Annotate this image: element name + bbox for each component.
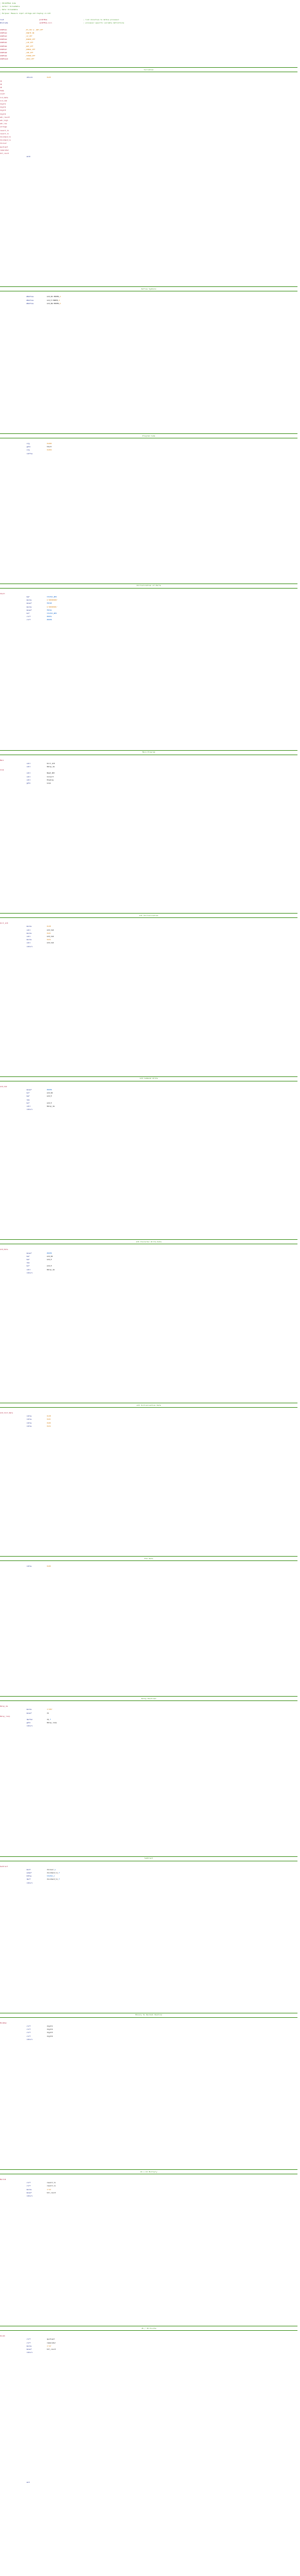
section-header: LCD Initialization Data [0,1401,300,1409]
code-operand: Loop [47,782,51,784]
equate-token: _BOREN_OFF [25,39,35,41]
section-header: Subtract [0,1855,300,1863]
section-title: Delay Routines [141,1697,156,1700]
section-header: LCD Character Write Data [0,1238,300,1246]
code-line: return [0,1108,300,1111]
section-header: LCD Initialization [0,912,300,919]
code-line: return [0,945,300,948]
equate-token: _PWRTE_ON [25,32,35,34]
equate-token: _DEBUG_OFF [25,48,35,51]
section-title: Variables [144,68,154,71]
section-header: Variables [0,66,300,73]
equate-token: CONFIG10 [0,58,8,61]
section-title: 16 / 16 Divide [141,2326,156,2330]
code-operand: LCD_RW PORTB,6 [47,302,61,305]
code-instruction: end [27,2482,30,2484]
code-line: clrf PORTB [0,618,300,622]
section-header: Initialization of Ports [0,582,300,590]
code-instruction: endc [27,156,31,158]
code-instruction: clrf [27,619,31,622]
code-line: goto Loop [0,782,300,785]
code-line: return [0,1272,300,1275]
section-header: Binary to Decimal Routine [0,2012,300,2019]
code-line: retlw 0x00 [0,1565,300,1568]
section-title: 16 x 16 Multiply [140,2170,158,2173]
section-title: LCD Initialization [139,914,159,917]
code-instruction: return [27,2352,33,2354]
section-title: Initialization of Ports [136,584,161,587]
section-title: LCD Character Write Data [135,1240,162,1243]
section-title: LCD Command Write [139,1077,158,1080]
section-rule [0,587,297,589]
section-rule [0,917,297,919]
code-instruction: return [27,2038,33,2041]
section-title: LCD Initialization Data [136,1403,161,1406]
code-line: return [0,2195,300,2198]
config-token: #include [0,22,8,25]
config-token: <p16F84a.inc> [39,22,53,25]
equate-line: CONFIG10 _IESO_OFF [0,58,300,61]
section-rule [0,1700,297,1702]
equate-token: _LVP_OFF [25,42,34,44]
code-instruction: return [27,1725,33,1728]
config-token: ; processor specific variable definition… [84,22,125,25]
section-header: Program Code [0,432,300,440]
code-line: return [0,1725,300,1728]
code-line: return [0,2038,300,2041]
section-header: 16 x 16 Multiply [0,2168,300,2176]
section-header: 16 / 16 Divide [0,2324,300,2332]
code-instruction: return [27,2195,33,2197]
section-rule [0,1407,297,1408]
section-rule [0,2330,297,2331]
equate-token: _IESO_OFF [25,58,35,61]
code-instruction: retlw [27,1425,32,1427]
code-line-end: end [0,2481,300,2484]
code-instruction: return [27,1882,33,1884]
equate-token: _HS_OSC & _WDT_OFF [25,29,44,31]
equate-token: _CP_OFF [25,35,32,37]
section-header: LCD Command Write [0,1075,300,1083]
section-title: End Data [144,1557,153,1560]
equate-token: _WRT_OFF [25,45,34,48]
config-line: #include <p16F84a.inc> ; processor specifi… [0,22,300,25]
section-title: Program Code [142,434,156,437]
equate-token: _FCMEN_OFF [25,55,35,58]
code-instruction: retlw [27,1565,32,1567]
code-line: return [0,1882,300,1885]
section-header: End Data [0,1555,300,1562]
section-title: Binary to Decimal Routine [135,2013,163,2017]
code-line: retlw 0x01 [0,1425,300,1428]
equate-token: _CPD_OFF [25,52,34,54]
code-line: endc [0,155,300,158]
section-header: Main Program [0,749,300,756]
code-instruction: #define [27,302,34,305]
code-instruction: goto [27,782,31,784]
section-title: Define Symbols [141,287,156,290]
code-instruction: return [27,945,33,948]
header-comment: ; Purpose: Measure input voltage and dis… [0,12,51,15]
code-operand: 0x01 [47,1425,51,1427]
section-title: Subtract [144,1857,153,1860]
code-operand: PORTB [47,619,52,622]
code-line: retfie [0,452,300,456]
code-line: #define LCD_RW PORTB,6 [0,302,300,305]
code-line: return [0,2351,300,2354]
section-rule [0,2017,297,2018]
section-rule [0,1560,297,1561]
section-header: Delay Routines [0,1695,300,1702]
section-title: Main Program [142,751,156,754]
config-token: ; list directive to define processor [84,19,120,21]
code-editor[interactable]: ; PIC16F84A Code; Author: Unreadable; Da… [0,0,300,2576]
code-instruction: return [27,1272,33,1274]
code-instruction: return [27,1109,33,1111]
code-instruction: retfie [27,452,33,455]
section-header: Define Symbols [0,285,300,293]
code-operand: 0x00 [47,1565,51,1567]
